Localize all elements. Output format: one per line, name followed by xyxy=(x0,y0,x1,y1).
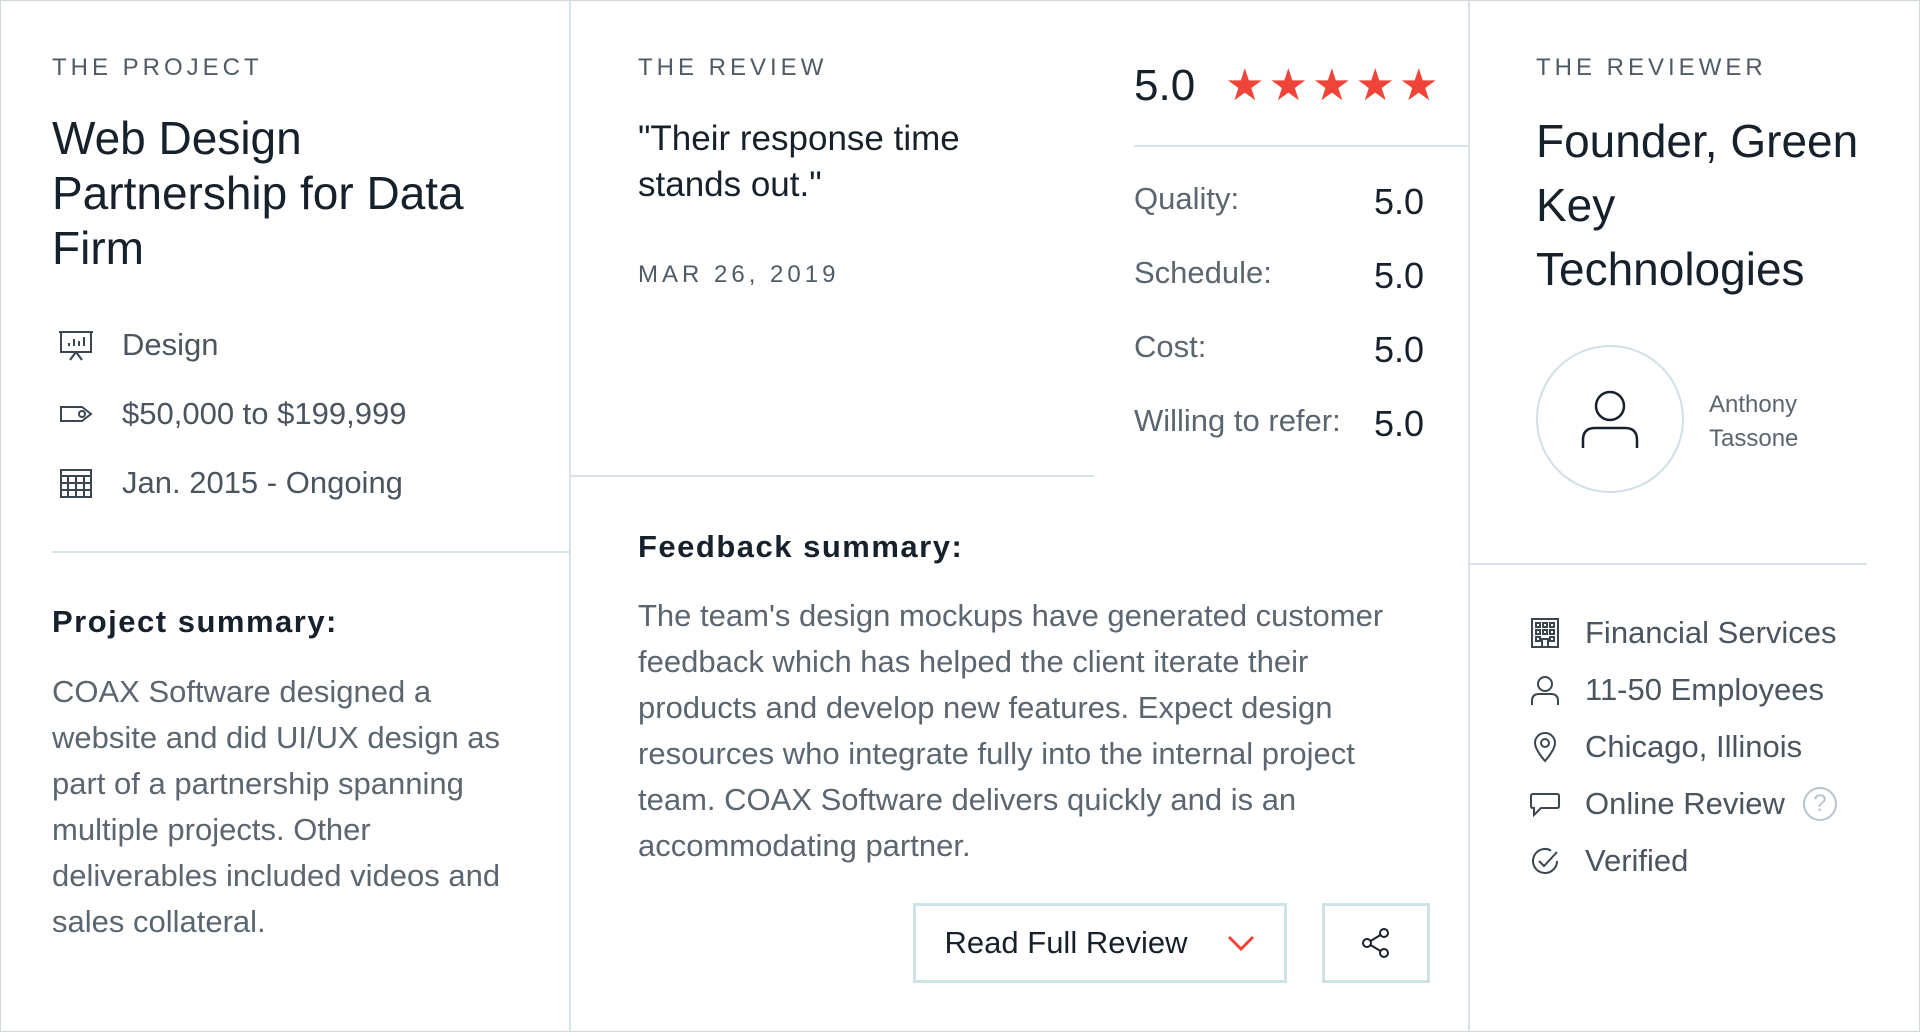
score-label: Schedule: xyxy=(1134,255,1272,290)
project-timeline: Jan. 2015 - Ongoing xyxy=(56,463,403,503)
star-icon: ★ xyxy=(1355,61,1395,110)
read-full-review-button[interactable]: Read Full Review xyxy=(913,903,1287,983)
feedback-summary-text: The team's design mockups have generated… xyxy=(638,598,1384,863)
map-pin-icon xyxy=(1527,729,1563,765)
reviewer-divider xyxy=(1470,563,1867,565)
reviewer-review-type: Online Review ? xyxy=(1527,786,1837,822)
reviewer-size-label: 11-50 Employees xyxy=(1585,672,1824,707)
reviewer-verified: Verified xyxy=(1527,843,1688,879)
project-summary-heading: Project summary: xyxy=(52,604,338,639)
project-title: Web Design Partnership for Data Firm xyxy=(52,112,464,274)
score-value: 5.0 xyxy=(1373,255,1424,296)
presentation-board-icon xyxy=(56,325,96,365)
overall-rating: 5.0 ★ ★ ★ ★ ★ xyxy=(1134,61,1442,111)
review-quote: "Their response time stands out." xyxy=(638,119,960,204)
review-card: THE PROJECT Web Design Partnership for D… xyxy=(0,0,1920,1032)
calendar-icon xyxy=(56,463,96,503)
share-button[interactable] xyxy=(1322,903,1430,983)
reviewer-industry-label: Financial Services xyxy=(1585,615,1837,650)
project-eyebrow: THE PROJECT xyxy=(52,54,263,81)
project-service-label: Design xyxy=(122,327,219,362)
overall-rating-value: 5.0 xyxy=(1134,61,1196,110)
chevron-down-icon xyxy=(1227,934,1255,952)
check-circle-icon xyxy=(1527,843,1563,879)
project-divider xyxy=(52,551,570,553)
person-icon xyxy=(1527,672,1563,708)
reviewer-size: 11-50 Employees xyxy=(1527,672,1824,708)
score-value: 5.0 xyxy=(1373,181,1424,222)
project-summary-text: COAX Software designed a website and did… xyxy=(52,674,501,939)
speech-bubble-icon xyxy=(1527,786,1563,822)
reviewer-verified-label: Verified xyxy=(1585,843,1689,878)
column-divider-left xyxy=(569,1,571,1031)
rating-divider xyxy=(1134,145,1468,147)
price-tag-icon xyxy=(56,394,96,434)
score-row-cost: Cost: 5.0 xyxy=(1134,329,1424,371)
reviewer-eyebrow: THE REVIEWER xyxy=(1536,54,1767,81)
reviewer-review-type-label: Online Review xyxy=(1585,786,1785,821)
reviewer-industry: Financial Services xyxy=(1527,615,1837,651)
score-row-willing-to-refer: Willing to refer: 5.0 xyxy=(1134,403,1424,445)
reviewer-title: Founder, Green Key Technologies xyxy=(1536,115,1859,295)
read-full-review-label: Read Full Review xyxy=(944,925,1188,960)
reviewer-name: Anthony Tassone xyxy=(1709,391,1799,452)
share-icon xyxy=(1359,926,1393,960)
star-icon: ★ xyxy=(1225,61,1265,110)
review-mid-divider xyxy=(571,475,1094,477)
column-divider-right xyxy=(1468,1,1470,1031)
score-label: Cost: xyxy=(1134,329,1207,364)
user-icon xyxy=(1581,390,1639,448)
reviewer-location-label: Chicago, Illinois xyxy=(1585,729,1803,764)
feedback-summary-heading: Feedback summary: xyxy=(638,529,964,564)
building-icon xyxy=(1527,615,1563,651)
project-budget-label: $50,000 to $199,999 xyxy=(122,396,407,431)
star-rating: ★ ★ ★ ★ ★ xyxy=(1225,64,1442,108)
score-label: Quality: xyxy=(1134,181,1240,216)
help-icon[interactable]: ? xyxy=(1802,787,1837,821)
project-budget: $50,000 to $199,999 xyxy=(56,394,406,434)
project-service: Design xyxy=(56,325,219,365)
star-icon: ★ xyxy=(1398,61,1439,110)
score-row-schedule: Schedule: 5.0 xyxy=(1134,255,1424,297)
review-date: MAR 26, 2019 xyxy=(638,261,840,288)
project-timeline-label: Jan. 2015 - Ongoing xyxy=(122,465,403,500)
score-value: 5.0 xyxy=(1373,329,1424,370)
score-value: 5.0 xyxy=(1373,403,1424,444)
review-eyebrow: THE REVIEW xyxy=(638,54,828,81)
star-icon: ★ xyxy=(1312,61,1352,110)
score-label: Willing to refer: xyxy=(1134,403,1341,438)
avatar xyxy=(1536,345,1684,493)
reviewer-location: Chicago, Illinois xyxy=(1527,729,1802,765)
star-icon: ★ xyxy=(1268,61,1309,110)
score-row-quality: Quality: 5.0 xyxy=(1134,181,1424,223)
